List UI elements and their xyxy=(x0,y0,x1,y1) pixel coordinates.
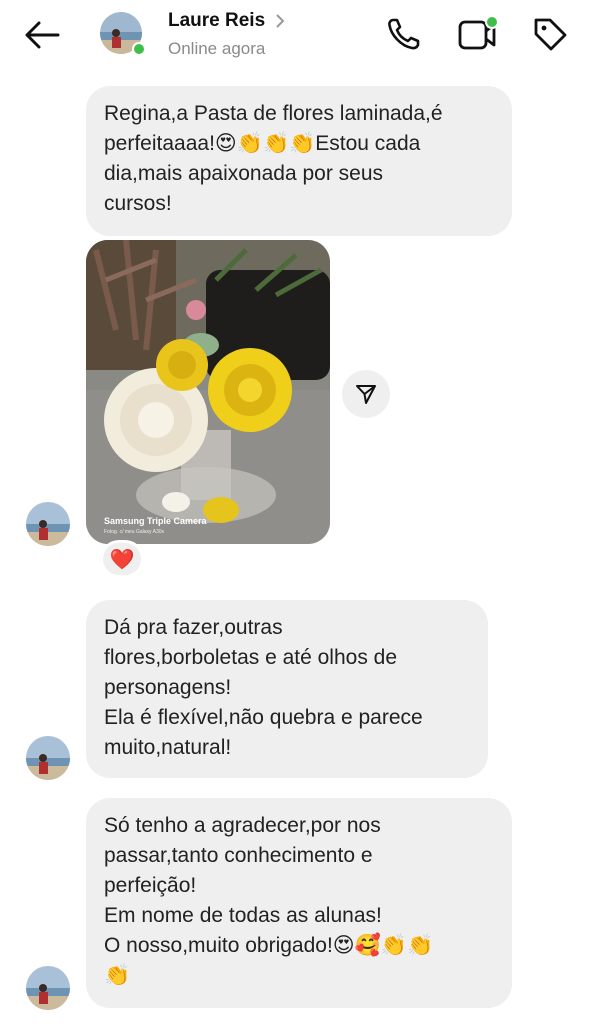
share-icon[interactable] xyxy=(342,370,390,418)
contact-avatar[interactable] xyxy=(100,12,146,58)
online-status-text: Online agora xyxy=(168,39,266,58)
chat-header: Laure Reis Online agora xyxy=(0,0,600,78)
message-bubble[interactable]: Só tenho a agradecer,por nos passar,tant… xyxy=(86,798,512,1008)
photo-watermark-caption: Fotog. c/ meu Galaxy A30s xyxy=(104,529,165,535)
contact-name-link[interactable]: Laure Reis xyxy=(168,10,285,32)
message-photo[interactable]: Samsung Triple Camera Fotog. c/ meu Gala… xyxy=(86,240,330,544)
sender-avatar[interactable] xyxy=(26,966,70,1010)
message-bubble[interactable]: Dá pra fazer,outras flores,borboletas e … xyxy=(86,600,488,778)
tag-icon[interactable] xyxy=(530,14,570,54)
sender-avatar[interactable] xyxy=(26,736,70,780)
phone-icon[interactable] xyxy=(384,14,424,54)
back-arrow-icon[interactable] xyxy=(22,18,62,52)
chevron-right-icon xyxy=(275,13,285,29)
photo-watermark: Samsung Triple Camera xyxy=(104,516,207,526)
online-status-dot xyxy=(132,42,146,56)
message-bubble[interactable]: Regina,a Pasta de flores laminada,é perf… xyxy=(86,86,512,236)
heart-reaction[interactable]: ❤️ xyxy=(100,540,144,578)
contact-name: Laure Reis xyxy=(168,10,266,31)
sender-avatar[interactable] xyxy=(26,502,70,546)
video-call-icon[interactable] xyxy=(456,14,499,54)
